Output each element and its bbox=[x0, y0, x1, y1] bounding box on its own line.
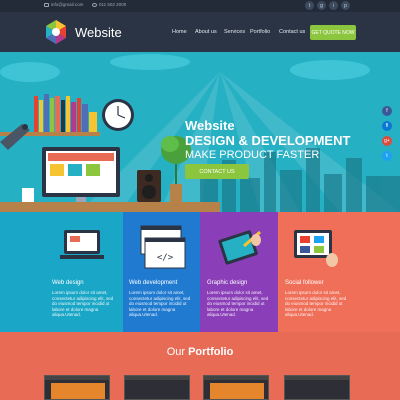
top-bar: info@gmail.com 011 502 2000 t g i p bbox=[0, 0, 400, 12]
nav-home[interactable]: Home bbox=[172, 29, 187, 35]
pinterest-icon[interactable]: p bbox=[341, 1, 350, 10]
get-quote-button[interactable]: GET QUOTE NOW bbox=[310, 25, 356, 40]
instagram-icon[interactable]: i bbox=[329, 1, 338, 10]
phone-text: 011 502 2000 bbox=[99, 2, 127, 7]
portfolio-title-bold: Portfolio bbox=[188, 346, 234, 358]
google-plus-icon[interactable]: g+ bbox=[382, 136, 392, 146]
tablet-pen-icon bbox=[218, 230, 261, 265]
email-text: info@gmail.com bbox=[51, 2, 84, 7]
portfolio-thumb[interactable] bbox=[284, 375, 350, 400]
service-desc: Lorem ipsum dolor sit amet, consectetur … bbox=[52, 290, 114, 318]
logo-icon[interactable] bbox=[44, 20, 68, 44]
flickr-icon[interactable]: fl bbox=[382, 121, 392, 131]
service-web-development[interactable]: </> Web development Lorem ipsum dolor si… bbox=[123, 212, 200, 332]
service-graphic-design[interactable]: Graphic design Lorem ipsum dolor sit ame… bbox=[200, 212, 278, 332]
services-section: Web design Lorem ipsum dolor sit amet, c… bbox=[0, 212, 400, 332]
nav-about[interactable]: About us bbox=[195, 29, 217, 35]
portfolio-thumb[interactable] bbox=[124, 375, 190, 400]
portfolio-thumb[interactable] bbox=[203, 375, 269, 400]
google-icon[interactable]: g bbox=[317, 1, 326, 10]
service-social-follower[interactable]: Social follower Lorem ipsum dolor sit am… bbox=[278, 212, 400, 332]
twitter-side-icon[interactable]: t bbox=[382, 151, 392, 161]
service-desc: Lorem ipsum dolor sit amet, consectetur … bbox=[285, 290, 347, 318]
portfolio-title: Our Portfolio bbox=[0, 346, 400, 358]
portfolio-thumb[interactable] bbox=[44, 375, 110, 400]
hero-subline: MAKE PRODUCT FASTER bbox=[185, 149, 320, 161]
top-socials: t g i p bbox=[305, 1, 350, 10]
service-web-design[interactable]: Web design Lorem ipsum dolor sit amet, c… bbox=[0, 212, 123, 332]
portfolio-title-prefix: Our bbox=[166, 346, 186, 358]
mail-icon bbox=[44, 2, 49, 7]
phone-icon bbox=[92, 2, 97, 7]
svg-text:</>: </> bbox=[157, 253, 174, 263]
service-desc: Lorem ipsum dolor sit amet, consectetur … bbox=[207, 290, 269, 318]
contact-us-button[interactable]: CONTACT US bbox=[185, 164, 249, 179]
service-title: Web development bbox=[129, 280, 178, 286]
laptop-icon bbox=[60, 230, 104, 259]
brand-name[interactable]: Website bbox=[75, 25, 122, 40]
hero-headline: DESIGN & DEVELOPMENT bbox=[185, 133, 351, 148]
twitter-icon[interactable]: t bbox=[305, 1, 314, 10]
code-window-icon: </> bbox=[140, 225, 186, 269]
hero-section: Website DESIGN & DEVELOPMENT MAKE PRODUC… bbox=[0, 52, 400, 212]
facebook-icon[interactable]: f bbox=[382, 106, 392, 116]
site-header: Website Home About us Services Portfolio… bbox=[0, 12, 400, 52]
service-title: Web design bbox=[52, 280, 84, 286]
service-desc: Lorem ipsum dolor sit amet, consectetur … bbox=[129, 290, 191, 318]
nav-portfolio[interactable]: Portfolio bbox=[250, 29, 270, 35]
phone-contact[interactable]: 011 502 2000 bbox=[92, 2, 126, 7]
service-title: Graphic design bbox=[207, 280, 248, 286]
nav-services[interactable]: Services bbox=[224, 29, 245, 35]
nav-contact[interactable]: Contact us bbox=[279, 29, 305, 35]
email-contact[interactable]: info@gmail.com bbox=[44, 2, 83, 7]
social-screen-icon bbox=[294, 230, 338, 267]
hero-line-website: Website bbox=[185, 118, 235, 133]
service-title: Social follower bbox=[285, 280, 324, 286]
